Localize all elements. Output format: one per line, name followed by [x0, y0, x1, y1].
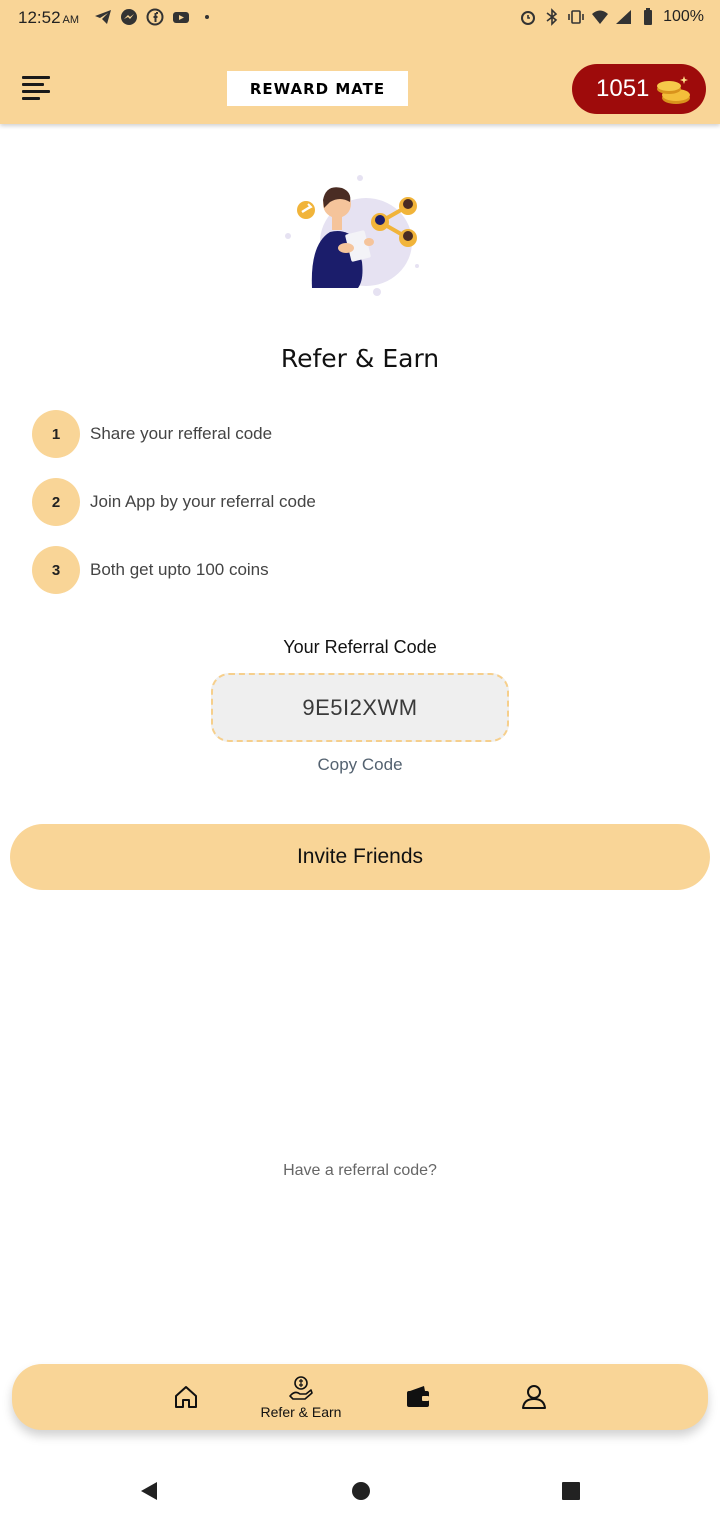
- status-time-value: 12:52: [18, 8, 61, 27]
- system-navigation-bar: [0, 1462, 720, 1520]
- refer-illustration: [285, 175, 419, 296]
- home-icon: [175, 1386, 197, 1408]
- battery-percent: 100%: [663, 8, 704, 25]
- nav-refer-earn[interactable]: Refer & Earn: [250, 1364, 352, 1430]
- vibrate-icon: [568, 10, 584, 24]
- referral-code-label: Your Referral Code: [283, 637, 437, 657]
- step-number: 1: [32, 410, 80, 458]
- menu-icon-bar: [22, 83, 44, 86]
- menu-icon-bar: [22, 97, 40, 100]
- step-number: 3: [32, 546, 80, 594]
- step-text: Join App by your referral code: [90, 492, 316, 511]
- nav-refer-earn-label: Refer & Earn: [260, 1404, 342, 1420]
- step-text: Share your refferal code: [90, 424, 273, 443]
- invite-friends-button[interactable]: Invite Friends: [10, 824, 710, 890]
- facebook-icon: [146, 8, 164, 26]
- step-number: 2: [32, 478, 80, 526]
- have-referral-code-link[interactable]: Have a referral code?: [0, 1162, 720, 1180]
- menu-icon-bar: [22, 90, 50, 93]
- youtube-icon: [173, 12, 189, 23]
- wallet-icon: [407, 1386, 429, 1407]
- menu-icon-bar: [22, 76, 50, 79]
- step-text: Both get upto 100 coins: [90, 560, 269, 579]
- app-header: 12:52 AM 100% REWARD MATE 1051: [0, 0, 720, 124]
- recents-icon[interactable]: [560, 1480, 582, 1502]
- menu-button[interactable]: [22, 76, 54, 104]
- messenger-icon: [121, 9, 137, 25]
- status-ampm: AM: [62, 14, 80, 26]
- wifi-icon: [592, 10, 609, 24]
- coin-balance[interactable]: 1051: [572, 64, 706, 114]
- copy-code-link[interactable]: Copy Code: [0, 755, 720, 775]
- nav-wallet[interactable]: [398, 1364, 438, 1430]
- status-bar: 12:52 AM 100%: [0, 0, 720, 36]
- refer-earn-icon: [289, 1376, 313, 1400]
- step-item: 2 Join App by your referral code: [32, 478, 632, 526]
- status-time: 12:52 AM: [18, 8, 79, 28]
- home-button-icon[interactable]: [350, 1480, 372, 1502]
- nav-profile[interactable]: [514, 1364, 554, 1430]
- battery-icon: [644, 8, 653, 25]
- telegram-icon: [95, 10, 111, 24]
- bottom-navigation: Refer & Earn: [12, 1364, 708, 1430]
- app-logo: REWARD MATE: [227, 71, 408, 106]
- system-icons: 100%: [519, 8, 704, 26]
- dot-icon: [205, 15, 209, 19]
- signal-icon: [616, 10, 632, 24]
- back-icon[interactable]: [138, 1480, 160, 1502]
- alarm-icon: [521, 11, 536, 25]
- nav-home[interactable]: [166, 1364, 206, 1430]
- step-item: 1 Share your refferal code: [32, 410, 632, 458]
- profile-icon: [522, 1385, 546, 1409]
- referral-code-value[interactable]: 9E5I2XWM: [211, 673, 509, 742]
- coins-icon: [657, 76, 690, 104]
- notification-icons: [94, 8, 216, 26]
- bluetooth-icon: [546, 8, 558, 26]
- coin-count: 1051: [596, 75, 650, 102]
- step-item: 3 Both get upto 100 coins: [32, 546, 632, 594]
- page-title: Refer & Earn: [280, 344, 440, 373]
